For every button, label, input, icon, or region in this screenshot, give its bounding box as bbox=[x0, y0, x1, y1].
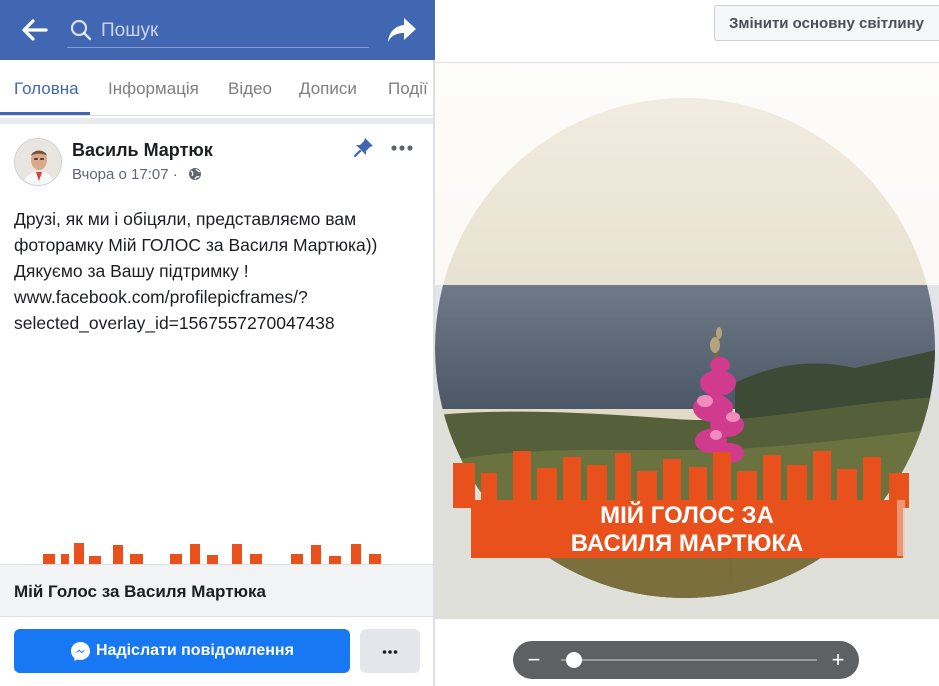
post-text-line: Друзі, як ми і обіцяли, представляємо ва… bbox=[14, 209, 357, 229]
page-actions-bar: Надіслати повідомлення bbox=[0, 616, 435, 686]
frame-preview-image[interactable] bbox=[0, 530, 435, 566]
post-text: Друзі, як ми і обіцяли, представляємо ва… bbox=[14, 206, 424, 336]
post-text-line: Дякуємо за Вашу підтримку ! bbox=[14, 261, 249, 281]
more-actions-button[interactable] bbox=[360, 629, 420, 673]
tab-events[interactable]: Події bbox=[388, 79, 428, 99]
search-placeholder: Пошук bbox=[101, 20, 159, 41]
post-text-line: фоторамку Мій ГОЛОС за Василя Мартюка)) bbox=[14, 235, 378, 255]
avatar[interactable] bbox=[14, 138, 62, 186]
zoom-slider[interactable]: − + bbox=[513, 641, 859, 679]
tab-video[interactable]: Відео bbox=[228, 79, 272, 99]
back-arrow-icon[interactable] bbox=[18, 15, 50, 45]
pin-icon bbox=[353, 136, 375, 158]
change-profile-photo-label: Змінити основну світлину bbox=[729, 15, 925, 32]
more-options-icon[interactable] bbox=[389, 138, 415, 158]
mobile-facebook-page: Пошук Головна Інформація Відео Дописи По… bbox=[0, 0, 435, 686]
zoom-handle[interactable] bbox=[565, 652, 582, 668]
send-message-label: Надіслати повідомлення bbox=[96, 642, 294, 659]
send-message-button[interactable]: Надіслати повідомлення bbox=[14, 629, 350, 673]
zoom-out-button[interactable]: − bbox=[525, 649, 543, 671]
tab-info[interactable]: Інформація bbox=[108, 79, 199, 99]
frame-text-line-1: МІЙ ГОЛОС ЗА bbox=[600, 501, 774, 529]
messenger-icon bbox=[70, 641, 91, 662]
link-preview-title[interactable]: Мій Голос за Василя Мартюка bbox=[14, 582, 266, 602]
change-profile-photo-button[interactable]: Змінити основну світлину bbox=[714, 5, 939, 41]
frame-text-line-2: ВАСИЛЯ МАРТЮКА bbox=[571, 530, 804, 557]
tab-posts[interactable]: Дописи bbox=[299, 79, 357, 99]
search-icon bbox=[69, 18, 93, 42]
page-tabs: Головна Інформація Відео Дописи Події bbox=[0, 60, 435, 116]
more-dots-icon bbox=[382, 645, 398, 657]
pinned-post: Василь Мартюк Вчора о 17:07 · Друзі, як … bbox=[0, 124, 435, 564]
post-link-line[interactable]: selected_overlay_id=1567557270047438 bbox=[14, 310, 424, 336]
top-navigation-bar: Пошук bbox=[0, 0, 435, 60]
globe-icon bbox=[188, 167, 202, 181]
post-timestamp[interactable]: Вчора о 17:07 · bbox=[72, 166, 178, 183]
zoom-in-button[interactable]: + bbox=[829, 649, 847, 671]
photo-crop-stage[interactable]: МІЙ ГОЛОС ЗА ВАСИЛЯ МАРТЮКА bbox=[435, 63, 939, 619]
active-tab-indicator bbox=[0, 112, 90, 115]
link-preview-card[interactable]: Мій Голос за Василя Мартюка bbox=[0, 564, 435, 616]
share-icon[interactable] bbox=[386, 14, 418, 46]
search-input[interactable]: Пошук bbox=[67, 12, 369, 48]
tab-home[interactable]: Головна bbox=[14, 79, 79, 99]
post-link-line[interactable]: www.facebook.com/profilepicframes/? bbox=[14, 284, 424, 310]
zoom-track[interactable] bbox=[561, 659, 817, 661]
post-author[interactable]: Василь Мартюк bbox=[72, 140, 213, 161]
profile-frame-editor: Змінити основну світлину МІЙ ГОЛОС ЗА ВА… bbox=[435, 0, 939, 686]
editor-bottom-bar: − + bbox=[435, 619, 939, 686]
